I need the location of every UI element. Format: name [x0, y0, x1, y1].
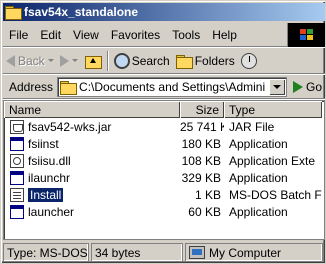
column-header-type[interactable]: Type: [224, 101, 322, 118]
explorer-window: fsav54x_standalone File Edit View Favori…: [0, 0, 326, 264]
batch-file-icon: [10, 187, 24, 202]
folder-icon: [60, 80, 78, 95]
file-name: fsav542-wks.jar: [28, 119, 112, 134]
file-row[interactable]: launcher 60 KB Application: [4, 203, 324, 220]
file-name: fsiinst: [28, 136, 59, 151]
menu-edit[interactable]: Edit: [34, 28, 67, 42]
file-row[interactable]: fsav542-wks.jar 25 741 KB JAR File: [4, 118, 324, 135]
menu-view[interactable]: View: [67, 28, 105, 42]
file-list[interactable]: Name Size Type fsav542-wks.jar 25 741 KB…: [3, 100, 325, 240]
dll-file-icon: [10, 153, 24, 168]
status-type: Type: MS-DOS Ba: [3, 243, 89, 262]
file-name: launcher: [28, 204, 75, 219]
folders-button[interactable]: Folders: [173, 50, 238, 72]
title-bar[interactable]: fsav54x_standalone: [3, 3, 325, 21]
window-title: fsav54x_standalone: [24, 5, 139, 19]
file-size: 60 KB: [188, 204, 221, 219]
search-label: Search: [131, 53, 170, 68]
file-name: Install: [28, 187, 64, 202]
file-row[interactable]: ilaunchr 329 KB Application: [4, 169, 324, 186]
file-name: ilaunchr: [28, 170, 71, 185]
address-label: Address: [9, 79, 54, 94]
toolbar-separator: [106, 50, 109, 71]
file-type: MS-DOS Batch F: [229, 187, 322, 202]
up-folder-icon: [84, 53, 102, 69]
file-size: 108 KB: [181, 153, 221, 168]
menu-favorites[interactable]: Favorites: [105, 28, 166, 42]
file-size: 1 KB: [194, 187, 221, 202]
status-location-text: My Computer: [209, 245, 282, 260]
file-type: JAR File: [229, 119, 275, 134]
file-row[interactable]: fsiinst 180 KB Application: [4, 135, 324, 152]
file-type: Application: [229, 204, 288, 219]
file-row[interactable]: fsiisu.dll 108 KB Application Exte: [4, 152, 324, 169]
forward-arrow-icon: [59, 54, 69, 67]
windows-logo-icon: [287, 23, 325, 47]
menu-file[interactable]: File: [3, 28, 34, 42]
column-header-name[interactable]: Name: [4, 101, 180, 118]
file-size: 329 KB: [181, 170, 221, 185]
folders-icon: [175, 54, 193, 69]
search-button[interactable]: Search: [111, 50, 173, 72]
column-headers: Name Size Type: [4, 101, 324, 118]
go-arrow-icon: [293, 80, 304, 93]
application-icon: [10, 204, 24, 219]
go-label: Go: [306, 79, 323, 94]
file-size: 180 KB: [181, 136, 221, 151]
file-name: fsiisu.dll: [28, 153, 71, 168]
jar-file-icon: [10, 119, 24, 134]
up-folder-button[interactable]: [81, 50, 105, 72]
history-button[interactable]: [238, 50, 260, 72]
my-computer-icon: [189, 246, 205, 259]
search-icon: [113, 52, 130, 69]
back-label: Back: [18, 53, 45, 68]
address-input[interactable]: C:\Documents and Settings\Administr: [57, 76, 288, 97]
forward-button[interactable]: [57, 50, 81, 72]
file-type: Application: [229, 170, 288, 185]
folders-label: Folders: [194, 53, 235, 68]
file-type: Application: [229, 136, 288, 151]
status-bar: Type: MS-DOS Ba 34 bytes My Computer: [3, 242, 325, 263]
address-bar: Address C:\Documents and Settings\Admini…: [3, 75, 325, 99]
file-row-selected[interactable]: Install 1 KB MS-DOS Batch F: [4, 186, 324, 203]
go-button[interactable]: Go: [293, 80, 322, 94]
back-arrow-icon: [6, 54, 15, 67]
application-icon: [10, 136, 24, 151]
toolbar: Back Search Folders: [3, 48, 325, 74]
file-type: Application Exte: [229, 153, 316, 168]
application-icon: [10, 170, 24, 185]
address-dropdown-button[interactable]: [269, 78, 286, 95]
folder-icon: [5, 5, 22, 20]
column-header-size[interactable]: Size: [180, 101, 224, 118]
chevron-down-icon: [71, 59, 78, 62]
menu-bar: File Edit View Favorites Tools Help: [3, 23, 325, 47]
file-size: 25 741 KB: [180, 119, 224, 134]
status-size: 34 bytes: [91, 243, 183, 262]
address-value: C:\Documents and Settings\Administr: [79, 79, 266, 94]
status-location: My Computer: [185, 243, 323, 262]
back-button[interactable]: Back: [3, 50, 57, 72]
chevron-down-icon: [47, 59, 54, 62]
menu-tools[interactable]: Tools: [166, 28, 206, 42]
history-icon: [240, 52, 257, 69]
menu-help[interactable]: Help: [206, 28, 243, 42]
